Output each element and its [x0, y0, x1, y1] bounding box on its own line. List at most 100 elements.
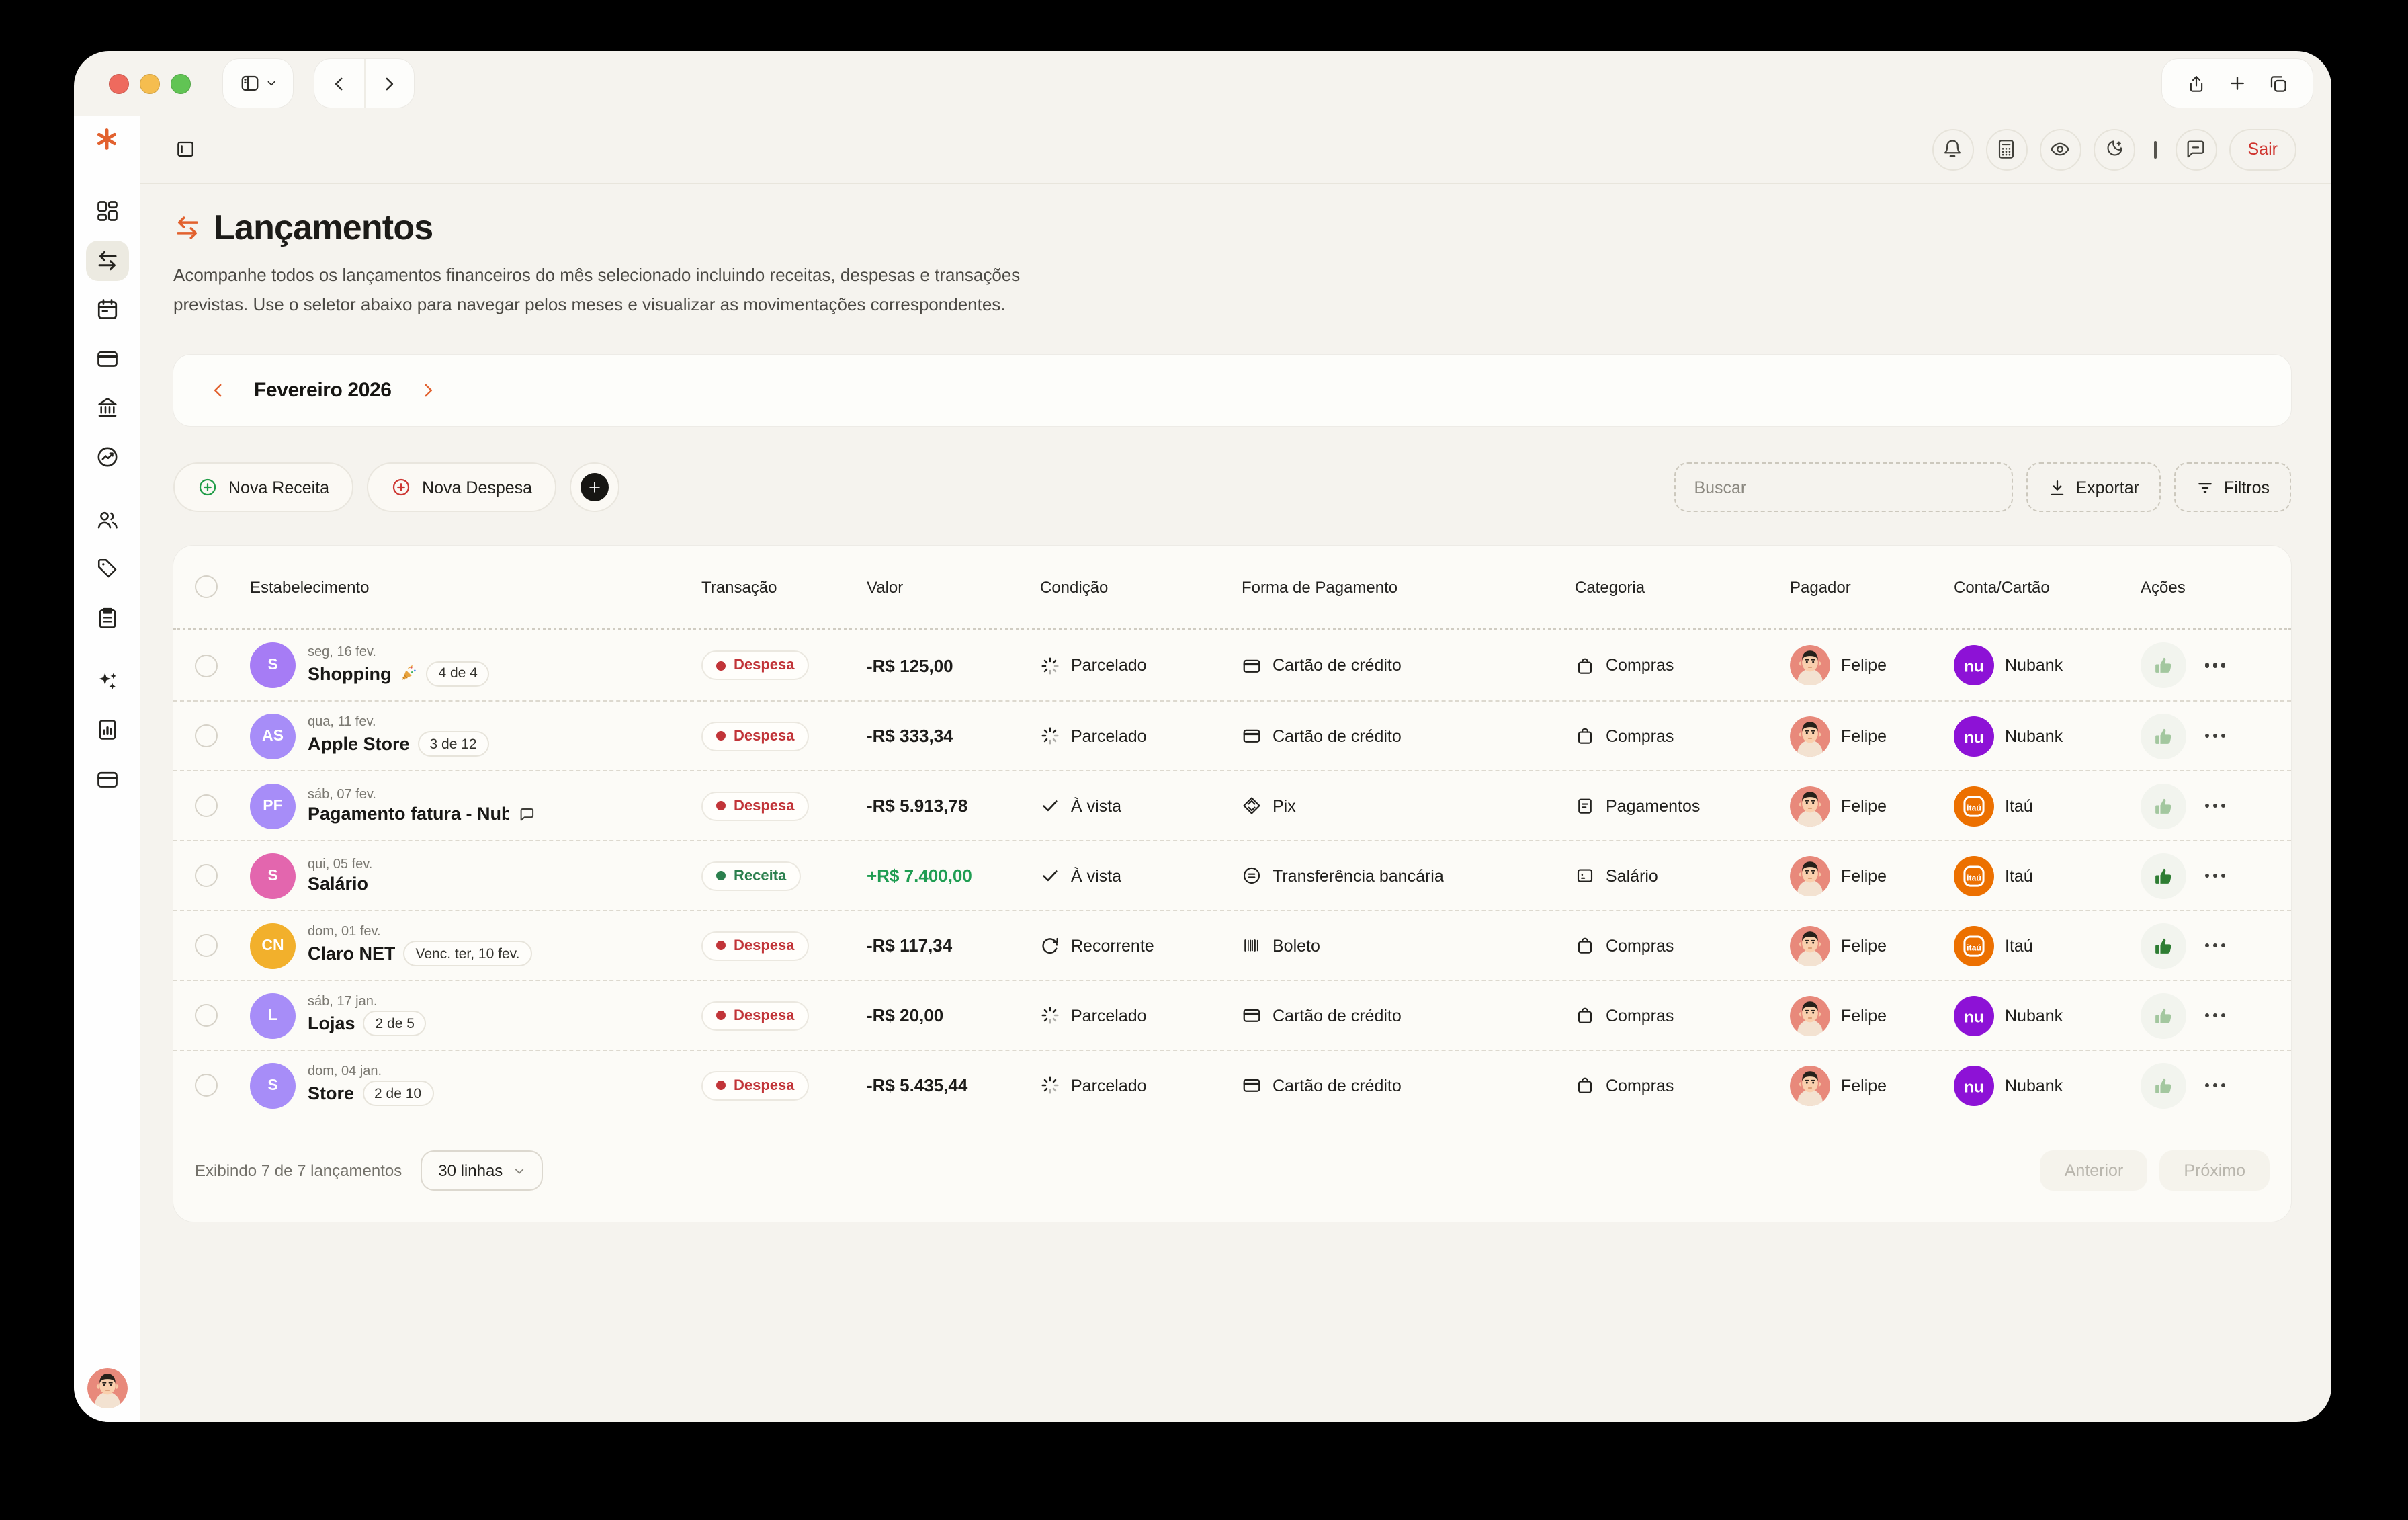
new-expense-button[interactable]: Nova Despesa — [367, 462, 556, 512]
approve-button[interactable] — [2141, 853, 2186, 898]
row-menu-button[interactable] — [2205, 798, 2225, 813]
payment-method-label: Cartão de crédito — [1273, 1076, 1402, 1095]
approve-button[interactable] — [2141, 1062, 2186, 1108]
row-menu-button[interactable] — [2205, 1078, 2225, 1093]
thumbs-up-icon — [2153, 1074, 2174, 1096]
search-input[interactable] — [1674, 462, 2012, 512]
header-tools — [1932, 128, 2217, 170]
forward-button[interactable] — [363, 59, 414, 108]
previous-month-button[interactable] — [203, 376, 232, 405]
approve-button[interactable] — [2141, 783, 2186, 829]
sidebar-item-sparkles[interactable] — [85, 661, 128, 701]
sidebar-item-calendar[interactable] — [85, 289, 128, 329]
bank-transfer-icon — [1242, 865, 1262, 886]
app-logo-asterisk-icon[interactable] — [94, 126, 120, 152]
app-window: Sair Lançamentos Acompanhe todos os lanç… — [74, 51, 2331, 1422]
receipt-icon — [1575, 796, 1595, 816]
merchant-name: Store — [308, 1083, 354, 1103]
new-tab-button[interactable] — [2228, 74, 2247, 93]
svg-text:nu: nu — [1964, 1007, 1984, 1025]
bank-logo: itaú — [1954, 855, 1994, 896]
moon-stars-icon — [2104, 138, 2125, 160]
sidebar-item-bank[interactable] — [85, 387, 128, 427]
row-checkbox[interactable] — [194, 654, 217, 677]
toolbar: Nova Receita Nova Despesa — [173, 462, 2291, 512]
sidebar-item-performance[interactable] — [85, 436, 128, 476]
sidebar-item-users[interactable] — [85, 499, 128, 540]
quick-add-button[interactable] — [570, 462, 619, 512]
type-label: Despesa — [734, 937, 795, 954]
results-summary: Exibindo 7 de 7 lançamentos — [195, 1161, 402, 1180]
row-checkbox[interactable] — [194, 724, 217, 747]
shopping-bag-icon — [1575, 1075, 1595, 1095]
transactions-table: EstabelecimentoTransaçãoValorCondiçãoFor… — [173, 546, 2291, 1222]
approve-button[interactable] — [2141, 923, 2186, 968]
back-button[interactable] — [314, 59, 363, 108]
sidebar-item-credit-card[interactable] — [85, 338, 128, 378]
logout-button[interactable]: Sair — [2229, 128, 2296, 170]
new-income-button[interactable]: Nova Receita — [173, 462, 353, 512]
sidebar-item-transfers-active[interactable] — [85, 240, 128, 280]
eye-button[interactable] — [2040, 128, 2081, 170]
comment-icon[interactable] — [517, 804, 536, 823]
row-checkbox[interactable] — [194, 794, 217, 817]
type-dot — [716, 871, 726, 880]
payer-avatar — [1790, 995, 1830, 1036]
zoom-window-button[interactable] — [171, 73, 191, 93]
merchant-avatar: CN — [250, 923, 296, 968]
shopping-bag-icon — [1575, 935, 1595, 956]
minimize-window-button[interactable] — [140, 73, 160, 93]
sidebar-item-tag[interactable] — [85, 548, 128, 589]
calculator-button[interactable] — [1986, 128, 2028, 170]
barcode-icon — [1242, 935, 1262, 956]
category-label: Pagamentos — [1606, 796, 1700, 815]
share-button[interactable] — [2186, 73, 2206, 93]
approve-button[interactable] — [2141, 642, 2186, 688]
row-menu-button[interactable] — [2205, 1008, 2225, 1023]
merchant-avatar: S — [250, 1062, 296, 1108]
page-size-value: 30 linhas — [438, 1161, 503, 1180]
row-menu-button[interactable] — [2205, 658, 2225, 673]
approve-button[interactable] — [2141, 993, 2186, 1038]
transaction-value: -R$ 117,34 — [867, 935, 952, 956]
next-month-button[interactable] — [413, 376, 443, 405]
collapse-sidebar-icon[interactable] — [175, 138, 196, 160]
loader-icon — [1040, 726, 1060, 746]
sidebar-item-accounts[interactable] — [85, 759, 128, 799]
approve-button[interactable] — [2141, 713, 2186, 759]
next-page-button[interactable]: Próximo — [2159, 1150, 2270, 1191]
settings-gear-icon[interactable] — [85, 1317, 128, 1357]
merchant-name: Shopping — [308, 663, 391, 683]
row-checkbox[interactable] — [194, 934, 217, 957]
type-dot — [716, 731, 726, 741]
bell-button[interactable] — [1932, 128, 1974, 170]
row-menu-button[interactable] — [2205, 938, 2225, 953]
installment-badge: 2 de 10 — [362, 1081, 433, 1106]
filters-button[interactable]: Filtros — [2174, 462, 2291, 512]
user-avatar[interactable] — [87, 1368, 127, 1408]
close-window-button[interactable] — [109, 73, 129, 93]
payer-name: Felipe — [1841, 936, 1887, 955]
sidebar-item-dashboard[interactable] — [85, 191, 128, 231]
row-checkbox[interactable] — [194, 1074, 217, 1097]
export-button[interactable]: Exportar — [2026, 462, 2161, 512]
previous-page-button[interactable]: Anterior — [2040, 1150, 2148, 1191]
moon-stars-button[interactable] — [2094, 128, 2135, 170]
chat-button[interactable] — [2176, 128, 2217, 170]
sidebar-item-report[interactable] — [85, 710, 128, 750]
tabs-overview-button[interactable] — [2268, 73, 2288, 93]
plus-circle-icon — [391, 477, 411, 497]
installment-badge: Venc. ter, 10 fev. — [404, 941, 532, 966]
sidebar-toggle-button[interactable] — [223, 59, 293, 108]
payer-name: Felipe — [1841, 796, 1887, 815]
row-checkbox[interactable] — [194, 1004, 217, 1027]
row-menu-button[interactable] — [2205, 728, 2225, 743]
row-menu-button[interactable] — [2205, 868, 2225, 883]
account-name: Nubank — [2005, 656, 2063, 675]
credit-card-icon — [1242, 726, 1262, 746]
page-size-select[interactable]: 30 linhas — [421, 1150, 543, 1191]
shopping-bag-icon — [1575, 1005, 1595, 1025]
row-checkbox[interactable] — [194, 864, 217, 887]
select-all-checkbox[interactable] — [194, 575, 217, 598]
sidebar-item-clipboard[interactable] — [85, 597, 128, 638]
